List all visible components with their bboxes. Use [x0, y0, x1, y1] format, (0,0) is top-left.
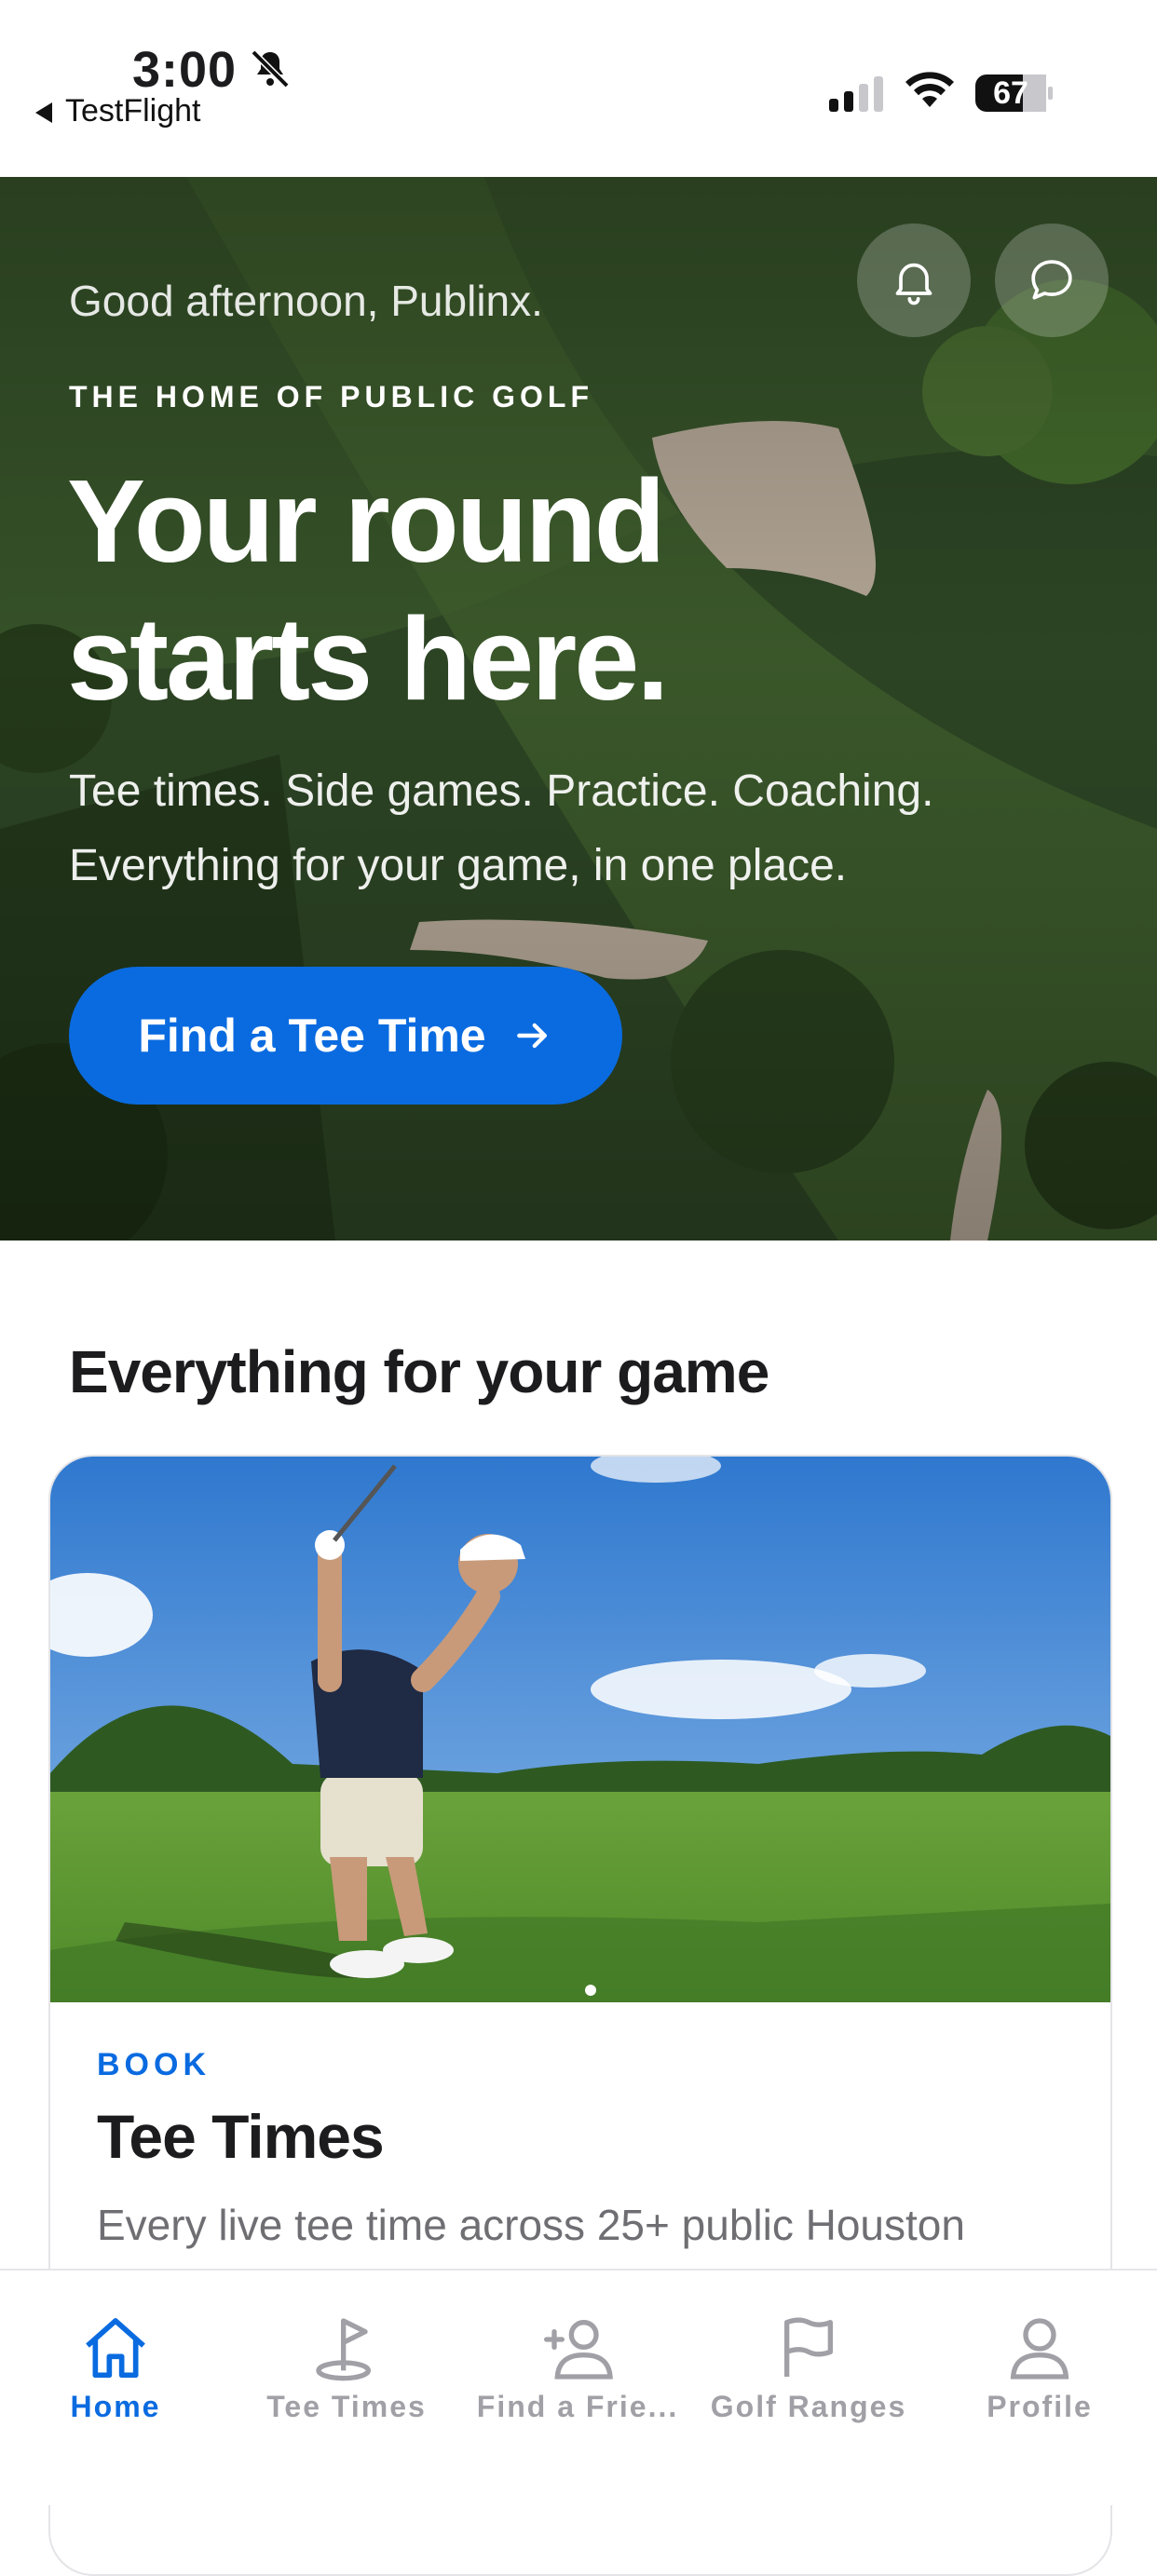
tab-golf-ranges-label: Golf Ranges	[710, 2390, 907, 2423]
tab-home-label: Home	[70, 2390, 161, 2423]
chat-bubble-icon	[1031, 260, 1072, 300]
tab-home[interactable]: Home	[0, 2312, 231, 2424]
battery-indicator: 67	[974, 73, 1055, 114]
hero-banner: Good afternoon, Publinx. THE HOME OF PUB…	[0, 177, 1157, 1241]
tab-find-a-friend[interactable]: Find a Frie...	[462, 2312, 693, 2424]
back-app-label: TestFlight	[65, 93, 201, 129]
back-to-testflight-link[interactable]: TestFlight	[35, 93, 201, 129]
cellular-signal-icon	[829, 76, 883, 112]
golfer-photo	[50, 1457, 1110, 2002]
section-title: Everything for your game	[69, 1338, 769, 1405]
status-bar: 3:00 TestFlight 67	[0, 0, 1157, 177]
back-triangle-icon	[35, 102, 52, 124]
hero-subtitle: Tee times. Side games. Practice. Coachin…	[69, 766, 934, 890]
card-description: Every live tee time across 25+ public Ho…	[97, 2201, 965, 2249]
greeting-text: Good afternoon, Publinx.	[69, 277, 543, 325]
tab-tee-times[interactable]: Tee Times	[231, 2312, 462, 2424]
add-friend-icon	[544, 2320, 613, 2379]
tab-profile[interactable]: Profile	[924, 2312, 1155, 2424]
card-eyebrow: BOOK	[97, 2047, 211, 2082]
status-time: 3:00	[132, 42, 238, 98]
find-tee-time-label: Find a Tee Time	[138, 1010, 486, 1062]
home-icon	[86, 2318, 145, 2379]
hero-title: Your round starts here.	[67, 455, 669, 725]
messages-button[interactable]	[995, 224, 1109, 337]
golfer-swing-image	[50, 1457, 1110, 2002]
notifications-button[interactable]	[857, 224, 971, 337]
bell-off-icon	[251, 49, 290, 88]
tab-find-a-friend-label: Find a Frie...	[476, 2390, 679, 2423]
wifi-icon	[905, 72, 954, 107]
golf-flag-hole-icon	[316, 2318, 371, 2381]
tab-profile-label: Profile	[987, 2390, 1093, 2423]
battery-level: 67	[993, 75, 1028, 111]
hero-eyebrow: THE HOME OF PUBLIC GOLF	[69, 380, 593, 414]
tab-tee-times-label: Tee Times	[266, 2390, 427, 2423]
card-title: Tee Times	[97, 2102, 385, 2171]
person-icon	[1010, 2318, 1069, 2379]
flag-icon	[784, 2317, 833, 2377]
tab-golf-ranges[interactable]: Golf Ranges	[693, 2312, 924, 2424]
tab-bar: Home Tee Times Find a Frie... Golf Range…	[0, 2269, 1157, 2505]
bell-icon	[895, 263, 932, 305]
find-tee-time-button[interactable]: Find a Tee Time	[69, 967, 622, 1105]
arrow-right-icon	[516, 1023, 547, 1049]
